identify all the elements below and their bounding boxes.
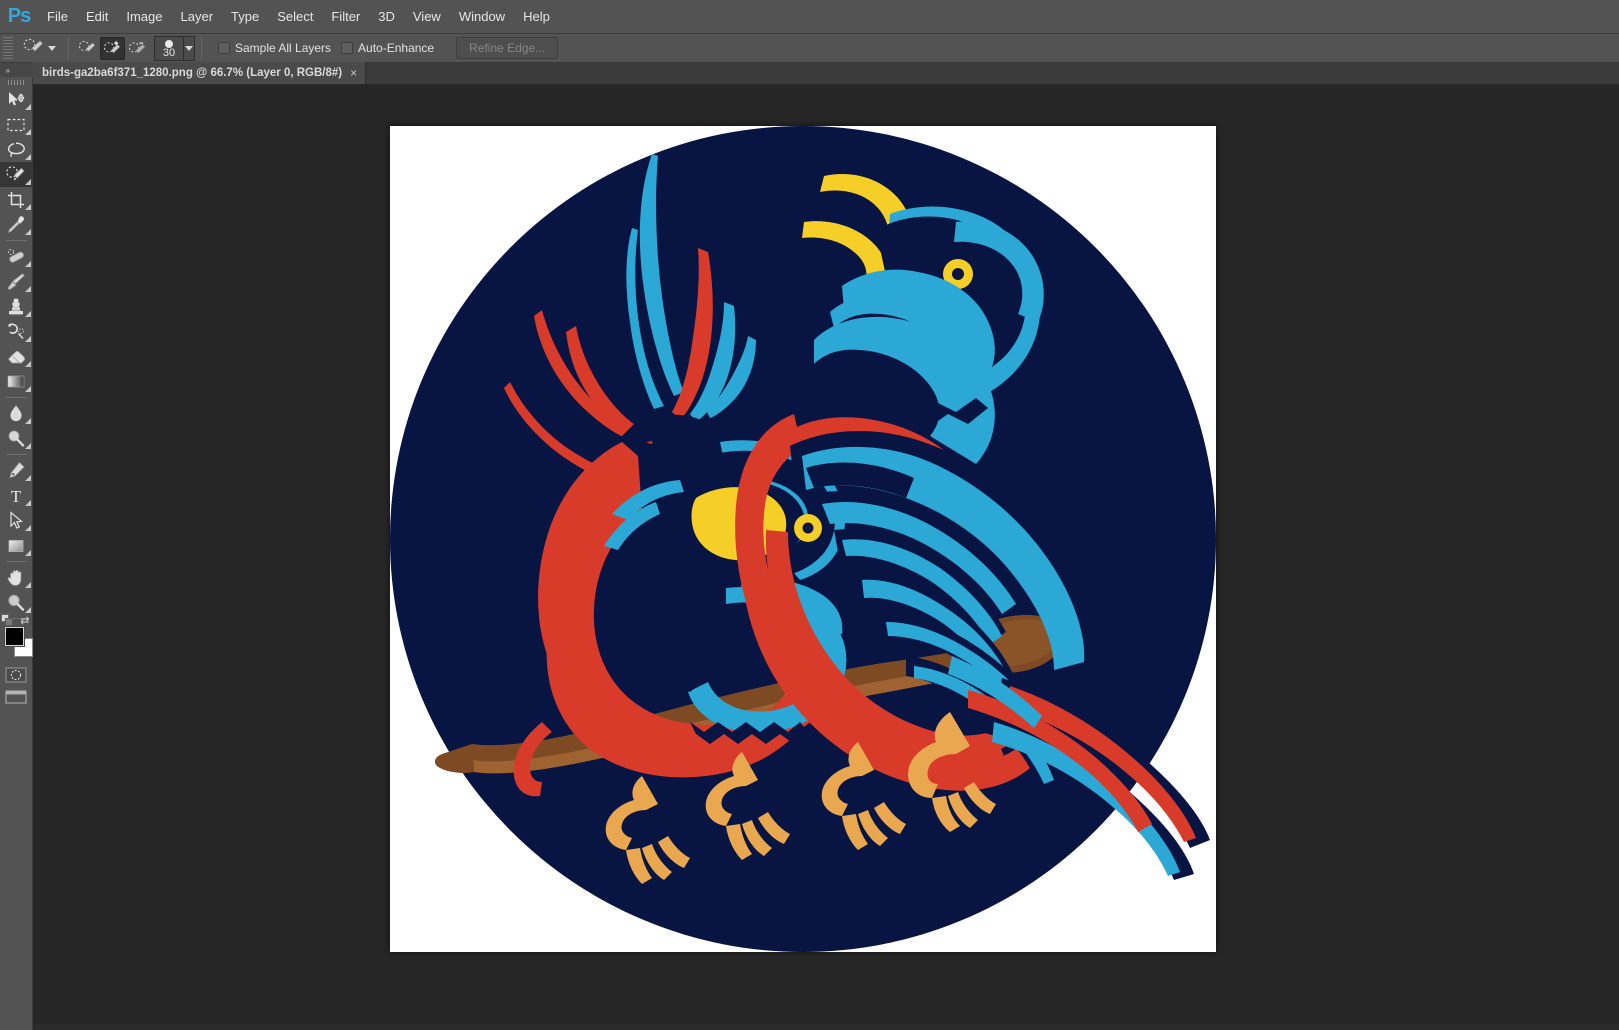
options-bar-grip[interactable] [3,37,13,59]
options-bar: 30 Sample All Layers Auto-Enhance Refine… [0,34,1619,63]
tool-clone-stamp-tool[interactable] [0,294,33,319]
menu-bar: Ps File Edit Image Layer Type Select Fil… [0,0,1619,34]
close-icon[interactable]: × [350,67,357,79]
menu-item-3d[interactable]: 3D [369,0,404,34]
tool-history-brush-tool[interactable] [0,319,33,344]
tool-rectangle-tool[interactable] [0,533,33,558]
menu-item-file[interactable]: File [38,0,77,34]
foreground-color-swatch[interactable] [3,626,25,647]
tools-divider-3 [5,454,27,455]
menu-item-select[interactable]: Select [268,0,322,34]
brush-size-field[interactable]: 30 [154,35,184,61]
artwork-two-birds [390,126,1216,952]
tools-divider-4 [5,561,27,562]
sample-all-layers-checkbox[interactable] [218,42,230,54]
svg-text:T: T [11,487,22,505]
tool-hand-tool[interactable] [0,565,33,590]
tool-eraser-tool[interactable] [0,344,33,369]
document-tab-bar: » birds-ga2ba6f371_1280.png @ 66.7% (Lay… [0,62,1619,85]
mode-add-to-selection-button[interactable] [100,36,125,60]
menu-item-filter[interactable]: Filter [322,0,369,34]
document-tab[interactable]: birds-ga2ba6f371_1280.png @ 66.7% (Layer… [32,62,367,84]
tool-quick-selection-tool[interactable] [0,162,33,187]
tool-brush-tool[interactable] [0,269,33,294]
tool-crop-tool[interactable] [0,187,33,212]
quick-mask-mode-button[interactable] [0,664,33,686]
tools-panel-grip[interactable] [0,77,33,87]
tool-spot-healing-brush-tool[interactable] [0,244,33,269]
tools-panel: » T ⇄ [0,63,33,1030]
menu-item-layer[interactable]: Layer [172,0,223,34]
brush-size-value: 30 [162,46,176,59]
tool-pen-tool[interactable] [0,458,33,483]
options-divider-1 [68,37,69,59]
tool-path-selection-tool[interactable] [0,508,33,533]
auto-enhance-checkbox[interactable] [341,42,354,54]
menu-item-window[interactable]: Window [450,0,514,34]
menu-item-type[interactable]: Type [222,0,268,34]
document-tab-title: birds-ga2ba6f371_1280.png @ 66.7% (Layer… [42,67,343,79]
sample-all-layers-label: Sample All Layers [235,41,332,55]
brush-size-chevron-down-icon[interactable] [184,35,195,61]
document-canvas[interactable] [390,126,1216,952]
menu-item-edit[interactable]: Edit [77,0,117,34]
refine-edge-button: Refine Edge... [456,37,559,59]
screen-mode-button[interactable] [0,686,33,708]
brush-size-control[interactable]: 30 [154,35,195,61]
sample-all-layers-option[interactable]: Sample All Layers [218,41,331,55]
tool-blur-tool[interactable] [0,401,33,426]
tool-eyedropper-tool[interactable] [0,212,33,237]
color-swatches: ⇄ [0,614,33,664]
canvas-area[interactable] [33,85,1619,1030]
tool-preset-chevron-down-icon[interactable] [48,45,56,51]
mode-new-selection-button[interactable] [75,37,100,60]
swap-colors-icon[interactable]: ⇄ [20,614,29,627]
tool-move-tool[interactable] [0,87,33,112]
tool-horizontal-type-tool[interactable]: T [0,483,33,508]
tools-divider-2 [5,397,27,398]
tool-zoom-tool[interactable] [0,590,33,615]
options-divider-2 [201,37,202,59]
tool-gradient-tool[interactable] [0,369,33,394]
selection-mode-group [75,36,150,60]
auto-enhance-option[interactable]: Auto-Enhance [341,41,434,55]
status-bar [33,1024,1619,1030]
tool-lasso-tool[interactable] [0,137,33,162]
mode-subtract-from-selection-button[interactable] [125,37,150,60]
tools-panel-collapse-icon[interactable]: » [0,63,33,77]
tool-preset-picker[interactable] [17,36,62,61]
tools-divider-1 [5,240,27,241]
auto-enhance-label: Auto-Enhance [358,41,435,55]
tool-rectangular-marquee-tool[interactable] [0,112,33,137]
menu-item-view[interactable]: View [404,0,450,34]
photoshop-logo-icon: Ps [7,5,31,27]
tool-dodge-tool[interactable] [0,426,33,451]
photoshop-window: Ps File Edit Image Layer Type Select Fil… [0,0,1619,1030]
menu-item-help[interactable]: Help [514,0,559,34]
quick-selection-brush-icon [23,38,45,58]
menu-item-image[interactable]: Image [117,0,171,34]
